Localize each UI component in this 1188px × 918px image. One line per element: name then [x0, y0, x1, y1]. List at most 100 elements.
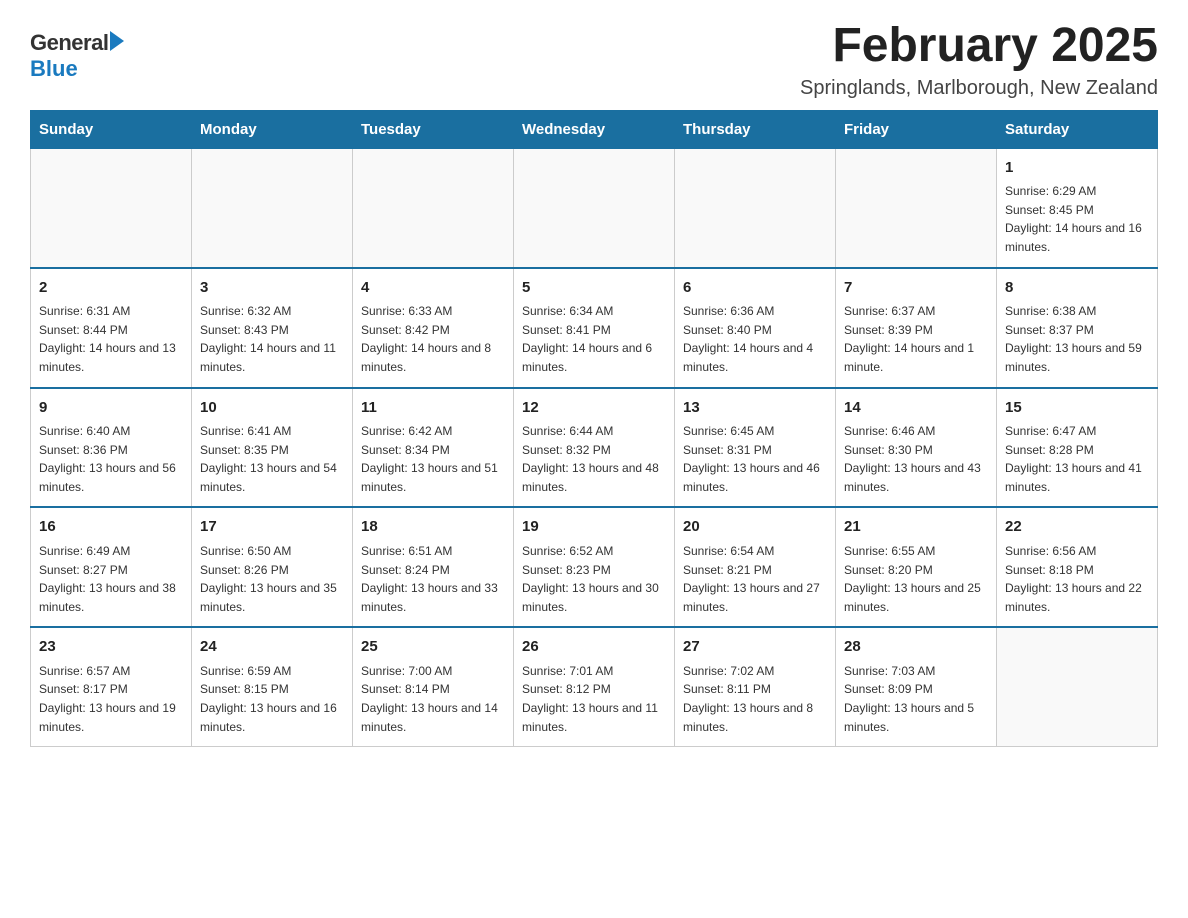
calendar-cell: 21 Sunrise: 6:55 AMSunset: 8:20 PMDayligh…	[836, 507, 997, 627]
calendar-header-tuesday: Tuesday	[353, 110, 514, 148]
calendar-week-row: 1Sunrise: 6:29 AMSunset: 8:45 PMDaylight…	[31, 148, 1158, 267]
calendar-cell: 22Sunrise: 6:56 AMSunset: 8:18 PMDayligh…	[997, 507, 1158, 627]
calendar-cell: 3Sunrise: 6:32 AMSunset: 8:43 PMDaylight…	[192, 268, 353, 388]
calendar-header-sunday: Sunday	[31, 110, 192, 148]
day-number: 13	[683, 397, 827, 420]
calendar-cell: 10Sunrise: 6:41 AMSunset: 8:35 PMDayligh…	[192, 388, 353, 508]
calendar-cell: 4Sunrise: 6:33 AMSunset: 8:42 PMDaylight…	[353, 268, 514, 388]
calendar-cell: 18Sunrise: 6:51 AMSunset: 8:24 PMDayligh…	[353, 507, 514, 627]
day-info: Sunrise: 6:57 AMSunset: 8:17 PMDaylight:…	[39, 662, 183, 736]
calendar-cell: 11Sunrise: 6:42 AMSunset: 8:34 PMDayligh…	[353, 388, 514, 508]
calendar-cell: 14Sunrise: 6:46 AMSunset: 8:30 PMDayligh…	[836, 388, 997, 508]
calendar-header-saturday: Saturday	[997, 110, 1158, 148]
calendar-cell: 27 Sunrise: 7:02 AMSunset: 8:11 PMDayligh…	[675, 627, 836, 746]
location-title: Springlands, Marlborough, New Zealand	[800, 77, 1158, 100]
calendar-cell: 23 Sunrise: 6:57 AMSunset: 8:17 PMDayligh…	[31, 627, 192, 746]
day-number: 4	[361, 277, 505, 300]
logo-arrow-icon	[110, 31, 124, 51]
day-info: Sunrise: 6:42 AMSunset: 8:34 PMDaylight:…	[361, 422, 505, 496]
calendar-cell	[997, 627, 1158, 746]
day-number: 14	[844, 397, 988, 420]
day-number: 3	[200, 277, 344, 300]
calendar-cell: 1Sunrise: 6:29 AMSunset: 8:45 PMDaylight…	[997, 148, 1158, 267]
day-number: 7	[844, 277, 988, 300]
day-info: Sunrise: 6:37 AMSunset: 8:39 PMDaylight:…	[844, 302, 988, 376]
logo: General Blue	[30, 20, 124, 82]
calendar-header-monday: Monday	[192, 110, 353, 148]
day-info: Sunrise: 7:02 AMSunset: 8:11 PMDaylight:…	[683, 662, 827, 736]
day-info: Sunrise: 6:51 AMSunset: 8:24 PMDaylight:…	[361, 542, 505, 616]
calendar-cell: 12Sunrise: 6:44 AMSunset: 8:32 PMDayligh…	[514, 388, 675, 508]
calendar-cell: 25 Sunrise: 7:00 AMSunset: 8:14 PMDayligh…	[353, 627, 514, 746]
day-info: Sunrise: 6:59 AMSunset: 8:15 PMDaylight:…	[200, 662, 344, 736]
page-header: General Blue February 2025 Springlands, …	[30, 20, 1158, 100]
day-info: Sunrise: 6:46 AMSunset: 8:30 PMDaylight:…	[844, 422, 988, 496]
day-number: 27	[683, 636, 827, 659]
day-info: Sunrise: 6:45 AMSunset: 8:31 PMDaylight:…	[683, 422, 827, 496]
calendar-cell: 28 Sunrise: 7:03 AMSunset: 8:09 PMDayligh…	[836, 627, 997, 746]
day-number: 1	[1005, 157, 1149, 180]
day-info: Sunrise: 6:32 AMSunset: 8:43 PMDaylight:…	[200, 302, 344, 376]
day-info: Sunrise: 7:01 AMSunset: 8:12 PMDaylight:…	[522, 662, 666, 736]
day-info: Sunrise: 6:31 AMSunset: 8:44 PMDaylight:…	[39, 302, 183, 376]
calendar-cell: 26 Sunrise: 7:01 AMSunset: 8:12 PMDayligh…	[514, 627, 675, 746]
day-info: Sunrise: 6:55 AMSunset: 8:20 PMDaylight:…	[844, 542, 988, 616]
calendar-cell	[514, 148, 675, 267]
day-info: Sunrise: 6:40 AMSunset: 8:36 PMDaylight:…	[39, 422, 183, 496]
calendar-cell: 16 Sunrise: 6:49 AMSunset: 8:27 PMDayligh…	[31, 507, 192, 627]
calendar-cell: 15Sunrise: 6:47 AMSunset: 8:28 PMDayligh…	[997, 388, 1158, 508]
day-info: Sunrise: 7:00 AMSunset: 8:14 PMDaylight:…	[361, 662, 505, 736]
day-number: 10	[200, 397, 344, 420]
day-number: 2	[39, 277, 183, 300]
day-info: Sunrise: 6:49 AMSunset: 8:27 PMDaylight:…	[39, 542, 183, 616]
calendar-week-row: 9Sunrise: 6:40 AMSunset: 8:36 PMDaylight…	[31, 388, 1158, 508]
day-number: 17	[200, 516, 344, 539]
month-title: February 2025	[800, 20, 1158, 73]
day-number: 16	[39, 516, 183, 539]
calendar-cell: 2Sunrise: 6:31 AMSunset: 8:44 PMDaylight…	[31, 268, 192, 388]
calendar-header-row: SundayMondayTuesdayWednesdayThursdayFrid…	[31, 110, 1158, 148]
day-number: 28	[844, 636, 988, 659]
day-info: Sunrise: 6:38 AMSunset: 8:37 PMDaylight:…	[1005, 302, 1149, 376]
calendar-cell: 6Sunrise: 6:36 AMSunset: 8:40 PMDaylight…	[675, 268, 836, 388]
calendar-cell: 19 Sunrise: 6:52 AMSunset: 8:23 PMDayligh…	[514, 507, 675, 627]
calendar-table: SundayMondayTuesdayWednesdayThursdayFrid…	[30, 110, 1158, 747]
day-info: Sunrise: 6:52 AMSunset: 8:23 PMDaylight:…	[522, 542, 666, 616]
day-info: Sunrise: 6:33 AMSunset: 8:42 PMDaylight:…	[361, 302, 505, 376]
day-number: 8	[1005, 277, 1149, 300]
day-info: Sunrise: 6:50 AMSunset: 8:26 PMDaylight:…	[200, 542, 344, 616]
day-info: Sunrise: 6:44 AMSunset: 8:32 PMDaylight:…	[522, 422, 666, 496]
day-number: 24	[200, 636, 344, 659]
calendar-cell	[192, 148, 353, 267]
day-info: Sunrise: 6:54 AMSunset: 8:21 PMDaylight:…	[683, 542, 827, 616]
calendar-cell	[836, 148, 997, 267]
day-number: 22	[1005, 516, 1149, 539]
calendar-cell	[675, 148, 836, 267]
calendar-cell: 8Sunrise: 6:38 AMSunset: 8:37 PMDaylight…	[997, 268, 1158, 388]
calendar-header-thursday: Thursday	[675, 110, 836, 148]
calendar-cell	[31, 148, 192, 267]
day-number: 23	[39, 636, 183, 659]
day-info: Sunrise: 6:29 AMSunset: 8:45 PMDaylight:…	[1005, 182, 1149, 256]
calendar-cell: 5Sunrise: 6:34 AMSunset: 8:41 PMDaylight…	[514, 268, 675, 388]
calendar-header-friday: Friday	[836, 110, 997, 148]
day-number: 12	[522, 397, 666, 420]
day-number: 20	[683, 516, 827, 539]
calendar-header-wednesday: Wednesday	[514, 110, 675, 148]
day-info: Sunrise: 7:03 AMSunset: 8:09 PMDaylight:…	[844, 662, 988, 736]
day-number: 25	[361, 636, 505, 659]
day-number: 26	[522, 636, 666, 659]
calendar-week-row: 2Sunrise: 6:31 AMSunset: 8:44 PMDaylight…	[31, 268, 1158, 388]
calendar-cell: 17 Sunrise: 6:50 AMSunset: 8:26 PMDayligh…	[192, 507, 353, 627]
day-number: 5	[522, 277, 666, 300]
day-number: 6	[683, 277, 827, 300]
day-info: Sunrise: 6:41 AMSunset: 8:35 PMDaylight:…	[200, 422, 344, 496]
day-number: 21	[844, 516, 988, 539]
calendar-cell: 9Sunrise: 6:40 AMSunset: 8:36 PMDaylight…	[31, 388, 192, 508]
calendar-cell	[353, 148, 514, 267]
day-number: 11	[361, 397, 505, 420]
logo-general-text: General	[30, 30, 108, 56]
title-block: February 2025 Springlands, Marlborough, …	[800, 20, 1158, 100]
calendar-cell: 24 Sunrise: 6:59 AMSunset: 8:15 PMDayligh…	[192, 627, 353, 746]
day-number: 19	[522, 516, 666, 539]
